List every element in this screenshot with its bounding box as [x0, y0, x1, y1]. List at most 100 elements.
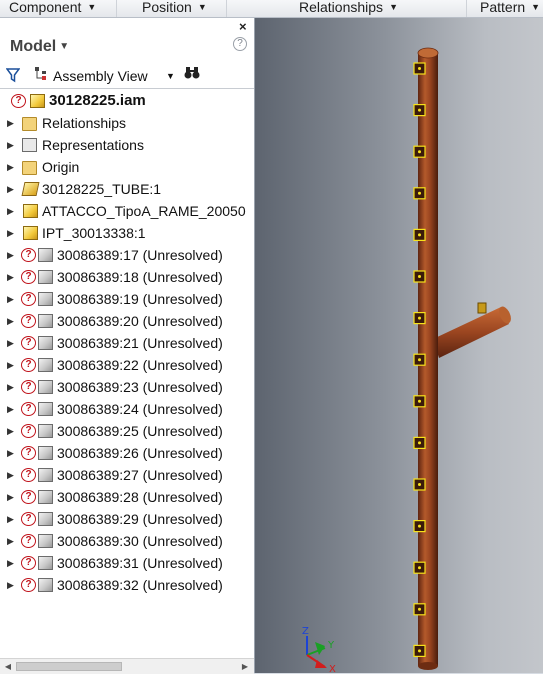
browser-title-menu[interactable]: Model ▼	[10, 38, 69, 56]
part-icon	[38, 402, 53, 416]
position-panel-dropdown[interactable]: Position ▼	[142, 0, 222, 17]
unresolved-status-icon: ?	[21, 578, 36, 592]
scrollbar-thumb[interactable]	[16, 662, 122, 671]
tree-node[interactable]: ▶ Origin	[0, 156, 254, 178]
tree-node[interactable]: ▶? 30086389:32 (Unresolved)	[0, 574, 254, 596]
copper-pipe-model[interactable]: Z Y X	[255, 18, 543, 673]
expand-arrow-icon[interactable]: ▶	[7, 530, 14, 552]
expand-arrow-icon[interactable]: ▶	[7, 376, 14, 398]
tube-part-icon	[21, 182, 40, 196]
branch-pipe[interactable]	[433, 302, 513, 358]
tree-node-label: Representations	[42, 137, 144, 153]
tree-node-label: Origin	[42, 159, 80, 175]
bracket-bolt	[418, 566, 421, 570]
component-panel-dropdown[interactable]: Component ▼	[9, 0, 113, 17]
model-tree: ? 30128225.iam ▶ Relationships ▶ Representati…	[0, 90, 254, 596]
tree-node-label: 30086389:31 (Unresolved)	[57, 555, 223, 571]
tree-node-label: 30086389:24 (Unresolved)	[57, 401, 223, 417]
tree-node[interactable]: ▶? 30086389:25 (Unresolved)	[0, 420, 254, 442]
expand-arrow-icon[interactable]: ▶	[7, 508, 14, 530]
branch-fitting[interactable]	[477, 302, 487, 314]
scroll-right-icon[interactable]: ▶	[238, 659, 252, 674]
tree-node[interactable]: ▶? 30086389:28 (Unresolved)	[0, 486, 254, 508]
graphics-viewport[interactable]: Z Y X	[255, 18, 543, 673]
close-icon[interactable]: ×	[239, 19, 247, 34]
tree-node-label: 30086389:32 (Unresolved)	[57, 577, 223, 593]
tree-node[interactable]: ▶? 30086389:20 (Unresolved)	[0, 310, 254, 332]
tree-node[interactable]: ▶? 30086389:18 (Unresolved)	[0, 266, 254, 288]
expand-arrow-icon[interactable]: ▶	[7, 112, 14, 134]
unresolved-status-icon: ?	[21, 446, 36, 460]
coordinate-triad-icon: Z Y X	[302, 626, 336, 673]
bracket-bolt	[418, 483, 421, 486]
tree-node[interactable]: ▶? 30086389:27 (Unresolved)	[0, 464, 254, 486]
expand-arrow-icon[interactable]: ▶	[7, 156, 14, 178]
pattern-panel-dropdown[interactable]: Pattern ▼	[480, 0, 543, 17]
tree-node-label: 30128225.iam	[49, 92, 146, 109]
help-icon[interactable]: ?	[233, 37, 247, 51]
part-icon	[38, 534, 53, 548]
tree-node[interactable]: ▶ Representations	[0, 134, 254, 156]
expand-arrow-icon[interactable]: ▶	[7, 244, 14, 266]
expand-arrow-icon[interactable]: ▶	[7, 486, 14, 508]
unresolved-status-icon: ?	[21, 468, 36, 482]
expand-arrow-icon[interactable]: ▶	[7, 134, 14, 156]
expand-arrow-icon[interactable]: ▶	[7, 552, 14, 574]
bracket-bolt	[418, 108, 421, 112]
filter-icon[interactable]	[5, 67, 21, 86]
tree-node-label: ATTACCO_TipoA_RAME_20050	[42, 203, 246, 219]
tree-node[interactable]: ▶? 30086389:22 (Unresolved)	[0, 354, 254, 376]
tree-root-node[interactable]: ? 30128225.iam	[0, 90, 254, 112]
tree-node[interactable]: ▶ IPT_30013338:1	[0, 222, 254, 244]
expand-arrow-icon[interactable]: ▶	[7, 398, 14, 420]
tree-node[interactable]: ▶? 30086389:29 (Unresolved)	[0, 508, 254, 530]
unresolved-status-icon: ?	[21, 292, 36, 306]
tree-node[interactable]: ▶? 30086389:26 (Unresolved)	[0, 442, 254, 464]
expand-arrow-icon[interactable]: ▶	[7, 332, 14, 354]
expand-arrow-icon[interactable]: ▶	[7, 288, 14, 310]
tree-node[interactable]: ▶? 30086389:31 (Unresolved)	[0, 552, 254, 574]
horizontal-scrollbar[interactable]: ◀ ▶	[0, 658, 254, 674]
tree-node[interactable]: ▶? 30086389:19 (Unresolved)	[0, 288, 254, 310]
tree-node[interactable]: ▶? 30086389:21 (Unresolved)	[0, 332, 254, 354]
expand-arrow-icon[interactable]: ▶	[7, 200, 14, 222]
tree-node[interactable]: ▶ ATTACCO_TipoA_RAME_20050	[0, 200, 254, 222]
tree-node-label: 30086389:21 (Unresolved)	[57, 335, 223, 351]
tree-node-label: 30086389:17 (Unresolved)	[57, 247, 223, 263]
chevron-down-icon[interactable]: ▼	[166, 71, 175, 81]
unresolved-status-icon: ?	[21, 556, 36, 570]
expand-arrow-icon[interactable]: ▶	[7, 442, 14, 464]
tree-node[interactable]: ▶? 30086389:30 (Unresolved)	[0, 530, 254, 552]
tree-node[interactable]: ▶ Relationships	[0, 112, 254, 134]
expand-arrow-icon[interactable]: ▶	[7, 310, 14, 332]
part-icon	[38, 490, 53, 504]
tree-node-label: 30128225_TUBE:1	[42, 181, 162, 197]
part-icon	[38, 270, 53, 284]
expand-arrow-icon[interactable]: ▶	[7, 266, 14, 288]
panel-separator	[226, 0, 227, 17]
expand-arrow-icon[interactable]: ▶	[7, 178, 14, 200]
unresolved-status-icon: ?	[21, 534, 36, 548]
expand-arrow-icon[interactable]: ▶	[7, 420, 14, 442]
bracket-bolt	[418, 524, 421, 528]
expand-arrow-icon[interactable]: ▶	[7, 354, 14, 376]
binoculars-icon[interactable]	[184, 66, 200, 83]
expand-arrow-icon[interactable]: ▶	[7, 574, 14, 596]
tree-node[interactable]: ▶? 30086389:24 (Unresolved)	[0, 398, 254, 420]
part-icon	[38, 468, 53, 482]
tree-node-label: 30086389:18 (Unresolved)	[57, 269, 223, 285]
relationships-panel-dropdown[interactable]: Relationships ▼	[299, 0, 411, 17]
browser-view-label[interactable]: Assembly View	[53, 68, 148, 84]
panel-separator	[116, 0, 117, 17]
scroll-left-icon[interactable]: ◀	[1, 659, 15, 674]
tree-node[interactable]: ▶? 30086389:17 (Unresolved)	[0, 244, 254, 266]
assembly-view-icon[interactable]	[33, 66, 49, 85]
expand-arrow-icon[interactable]: ▶	[7, 464, 14, 486]
tree-node-label: 30086389:26 (Unresolved)	[57, 445, 223, 461]
tree-node[interactable]: ▶ 30128225_TUBE:1	[0, 178, 254, 200]
tree-node[interactable]: ▶? 30086389:23 (Unresolved)	[0, 376, 254, 398]
part-icon	[38, 248, 53, 262]
chevron-down-icon: ▼	[389, 2, 398, 12]
expand-arrow-icon[interactable]: ▶	[7, 222, 14, 244]
tree-node-label: IPT_30013338:1	[42, 225, 146, 241]
